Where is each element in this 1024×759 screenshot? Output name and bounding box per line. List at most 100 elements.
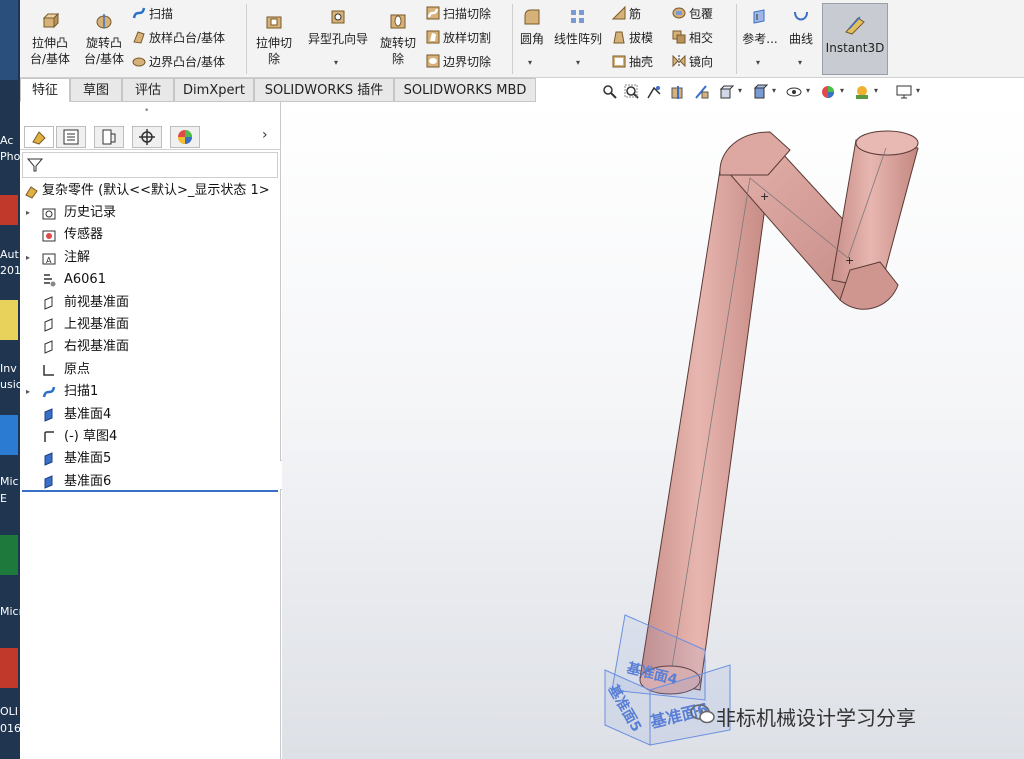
- tab-dimxpert[interactable]: DimXpert: [174, 78, 254, 102]
- tree-item-label: (-) 草图4: [64, 429, 118, 444]
- hide-show-dropdown-icon[interactable]: ▾: [806, 86, 810, 95]
- sweep-button[interactable]: 扫描: [132, 6, 173, 23]
- graphics-viewport[interactable]: + + 基准面4 基准面5 基准面6: [282, 102, 1024, 759]
- configuration-manager-icon: [102, 129, 116, 145]
- desktop-label: usic: [0, 378, 20, 391]
- tab-features[interactable]: 特征: [20, 78, 70, 102]
- linear-pattern-dropdown-icon[interactable]: ▾: [576, 58, 580, 67]
- rib-icon: [612, 6, 626, 20]
- tree-filter-field[interactable]: [22, 152, 278, 178]
- pipe-end-cap-top[interactable]: [855, 130, 919, 156]
- path-point-marker: +: [760, 190, 769, 203]
- tab-evaluate[interactable]: 评估: [122, 78, 174, 102]
- wrap-button[interactable]: 包覆: [672, 6, 713, 23]
- previous-view-icon[interactable]: [646, 84, 662, 100]
- sweep-pipe-model[interactable]: + + 基准面4 基准面5 基准面6: [282, 102, 1024, 759]
- revolve-cut-button[interactable]: 旋转切 除: [376, 12, 420, 67]
- sweep-cut-button[interactable]: 扫描切除: [426, 6, 491, 23]
- tab-dimxpert-manager[interactable]: [132, 126, 162, 148]
- display-manager-icon: [178, 130, 192, 144]
- hide-show-items-icon[interactable]: [786, 84, 802, 100]
- dynamic-annotation-icon[interactable]: [694, 84, 710, 100]
- boundary-cut-button[interactable]: 边界切除: [426, 54, 491, 71]
- apply-scene-dropdown-icon[interactable]: ▾: [874, 86, 878, 95]
- tab-configuration-manager[interactable]: [94, 126, 124, 148]
- curves-button[interactable]: 曲线: [784, 8, 818, 48]
- zoom-to-area-icon[interactable]: [624, 84, 640, 100]
- section-view-icon[interactable]: [670, 84, 686, 100]
- tree-item-label: 上视基准面: [64, 317, 130, 332]
- tab-property-manager[interactable]: [56, 126, 86, 148]
- sketch-icon: [44, 431, 54, 442]
- tab-solidworks-addins[interactable]: SOLIDWORKS 插件: [254, 78, 394, 102]
- boundary-boss-button[interactable]: 边界凸台/基体: [132, 54, 225, 71]
- revolve-boss-button[interactable]: 旋转凸 台/基体: [80, 12, 128, 67]
- desktop-label: E: [0, 492, 7, 505]
- linear-pattern-button[interactable]: 线性阵列: [552, 8, 604, 48]
- display-style-dropdown-icon[interactable]: ▾: [772, 86, 776, 95]
- tab-sketch[interactable]: 草图: [70, 78, 122, 102]
- view-orientation-icon[interactable]: [718, 84, 734, 100]
- hole-wizard-button[interactable]: 异型孔向导: [302, 8, 374, 48]
- fillet-dropdown-icon[interactable]: ▾: [528, 58, 532, 67]
- rollback-bar[interactable]: [22, 490, 278, 492]
- view-settings-icon[interactable]: [896, 84, 912, 100]
- extrude-cut-button[interactable]: 拉伸切 除: [252, 12, 296, 67]
- heads-up-view-toolbar: ▾ ▾ ▾ ▾ ▾ ▾: [600, 82, 930, 102]
- reference-geometry-button[interactable]: 参考...: [740, 8, 780, 48]
- inventor-icon[interactable]: [0, 300, 18, 340]
- linear-pattern-icon: [571, 10, 584, 23]
- fillet-button[interactable]: 圆角: [516, 8, 548, 48]
- plane-icon: [44, 318, 53, 332]
- view-settings-dropdown-icon[interactable]: ▾: [916, 86, 920, 95]
- intersect-label: 相交: [689, 31, 714, 45]
- loft-boss-button[interactable]: 放样凸台/基体: [132, 30, 225, 47]
- mirror-button[interactable]: 镜向: [672, 54, 713, 71]
- boundary-boss-label: 边界凸台/基体: [149, 55, 226, 69]
- draft-button[interactable]: 拔模: [612, 30, 653, 47]
- loft-cut-button[interactable]: 放样切割: [426, 30, 491, 47]
- zoom-to-fit-icon[interactable]: [602, 84, 618, 100]
- tree-item-label: 基准面5: [64, 451, 112, 467]
- expand-arrow-icon[interactable]: ▸: [26, 381, 30, 403]
- feature-manager-panel: • › 复杂零件 (默认<<默认>_显示状态 1> ▸ 历史记录 传感器 ▸ A…: [20, 102, 281, 759]
- edit-appearance-icon[interactable]: [820, 84, 836, 100]
- reference-label: 参考...: [742, 32, 778, 46]
- apply-scene-icon[interactable]: [854, 84, 870, 100]
- autocad-icon[interactable]: [0, 195, 18, 225]
- boundary-boss-icon: [132, 57, 146, 67]
- extrude-boss-button[interactable]: 拉伸凸 台/基体: [26, 12, 74, 67]
- chevron-right-icon[interactable]: ›: [262, 127, 268, 143]
- rib-button[interactable]: 筋: [612, 6, 641, 23]
- extrude-boss-label: 拉伸凸 台/基体: [29, 36, 71, 66]
- desktop-label: Micr: [0, 605, 20, 618]
- shell-button[interactable]: 抽壳: [612, 54, 653, 71]
- edge-icon[interactable]: [0, 415, 18, 455]
- desktop-icon-photoshop[interactable]: [0, 0, 18, 80]
- solidworks-desktop-icon[interactable]: [0, 648, 18, 688]
- material-icon: [44, 274, 56, 287]
- reference-dropdown-icon[interactable]: ▾: [756, 58, 760, 67]
- property-manager-icon: [63, 129, 79, 145]
- tab-solidworks-mbd[interactable]: SOLIDWORKS MBD: [394, 78, 536, 102]
- linear-pattern-label: 线性阵列: [553, 32, 602, 46]
- expand-arrow-icon[interactable]: ▸: [26, 202, 30, 224]
- curves-dropdown-icon[interactable]: ▾: [798, 58, 802, 67]
- revolve-cut-icon: [390, 14, 406, 29]
- pipe-segment-lower[interactable]: [639, 169, 771, 691]
- view-orientation-dropdown-icon[interactable]: ▾: [738, 86, 742, 95]
- tab-feature-tree[interactable]: [24, 126, 54, 148]
- intersect-button[interactable]: 相交: [672, 30, 713, 47]
- excel-icon[interactable]: [0, 535, 18, 575]
- display-style-icon[interactable]: [752, 84, 768, 100]
- hole-wizard-dropdown-icon[interactable]: ▾: [334, 58, 338, 67]
- instant3d-label: Instant3D: [825, 41, 885, 55]
- edit-appearance-dropdown-icon[interactable]: ▾: [840, 86, 844, 95]
- expand-arrow-icon[interactable]: ▸: [26, 247, 30, 269]
- loft-boss-icon: [133, 31, 145, 44]
- instant3d-button[interactable]: Instant3D: [822, 3, 888, 75]
- panel-handle-icon[interactable]: •: [144, 106, 149, 116]
- path-point-marker: +: [845, 254, 854, 267]
- tab-display-manager[interactable]: [170, 126, 200, 148]
- tree-item-label: 注解: [64, 249, 91, 265]
